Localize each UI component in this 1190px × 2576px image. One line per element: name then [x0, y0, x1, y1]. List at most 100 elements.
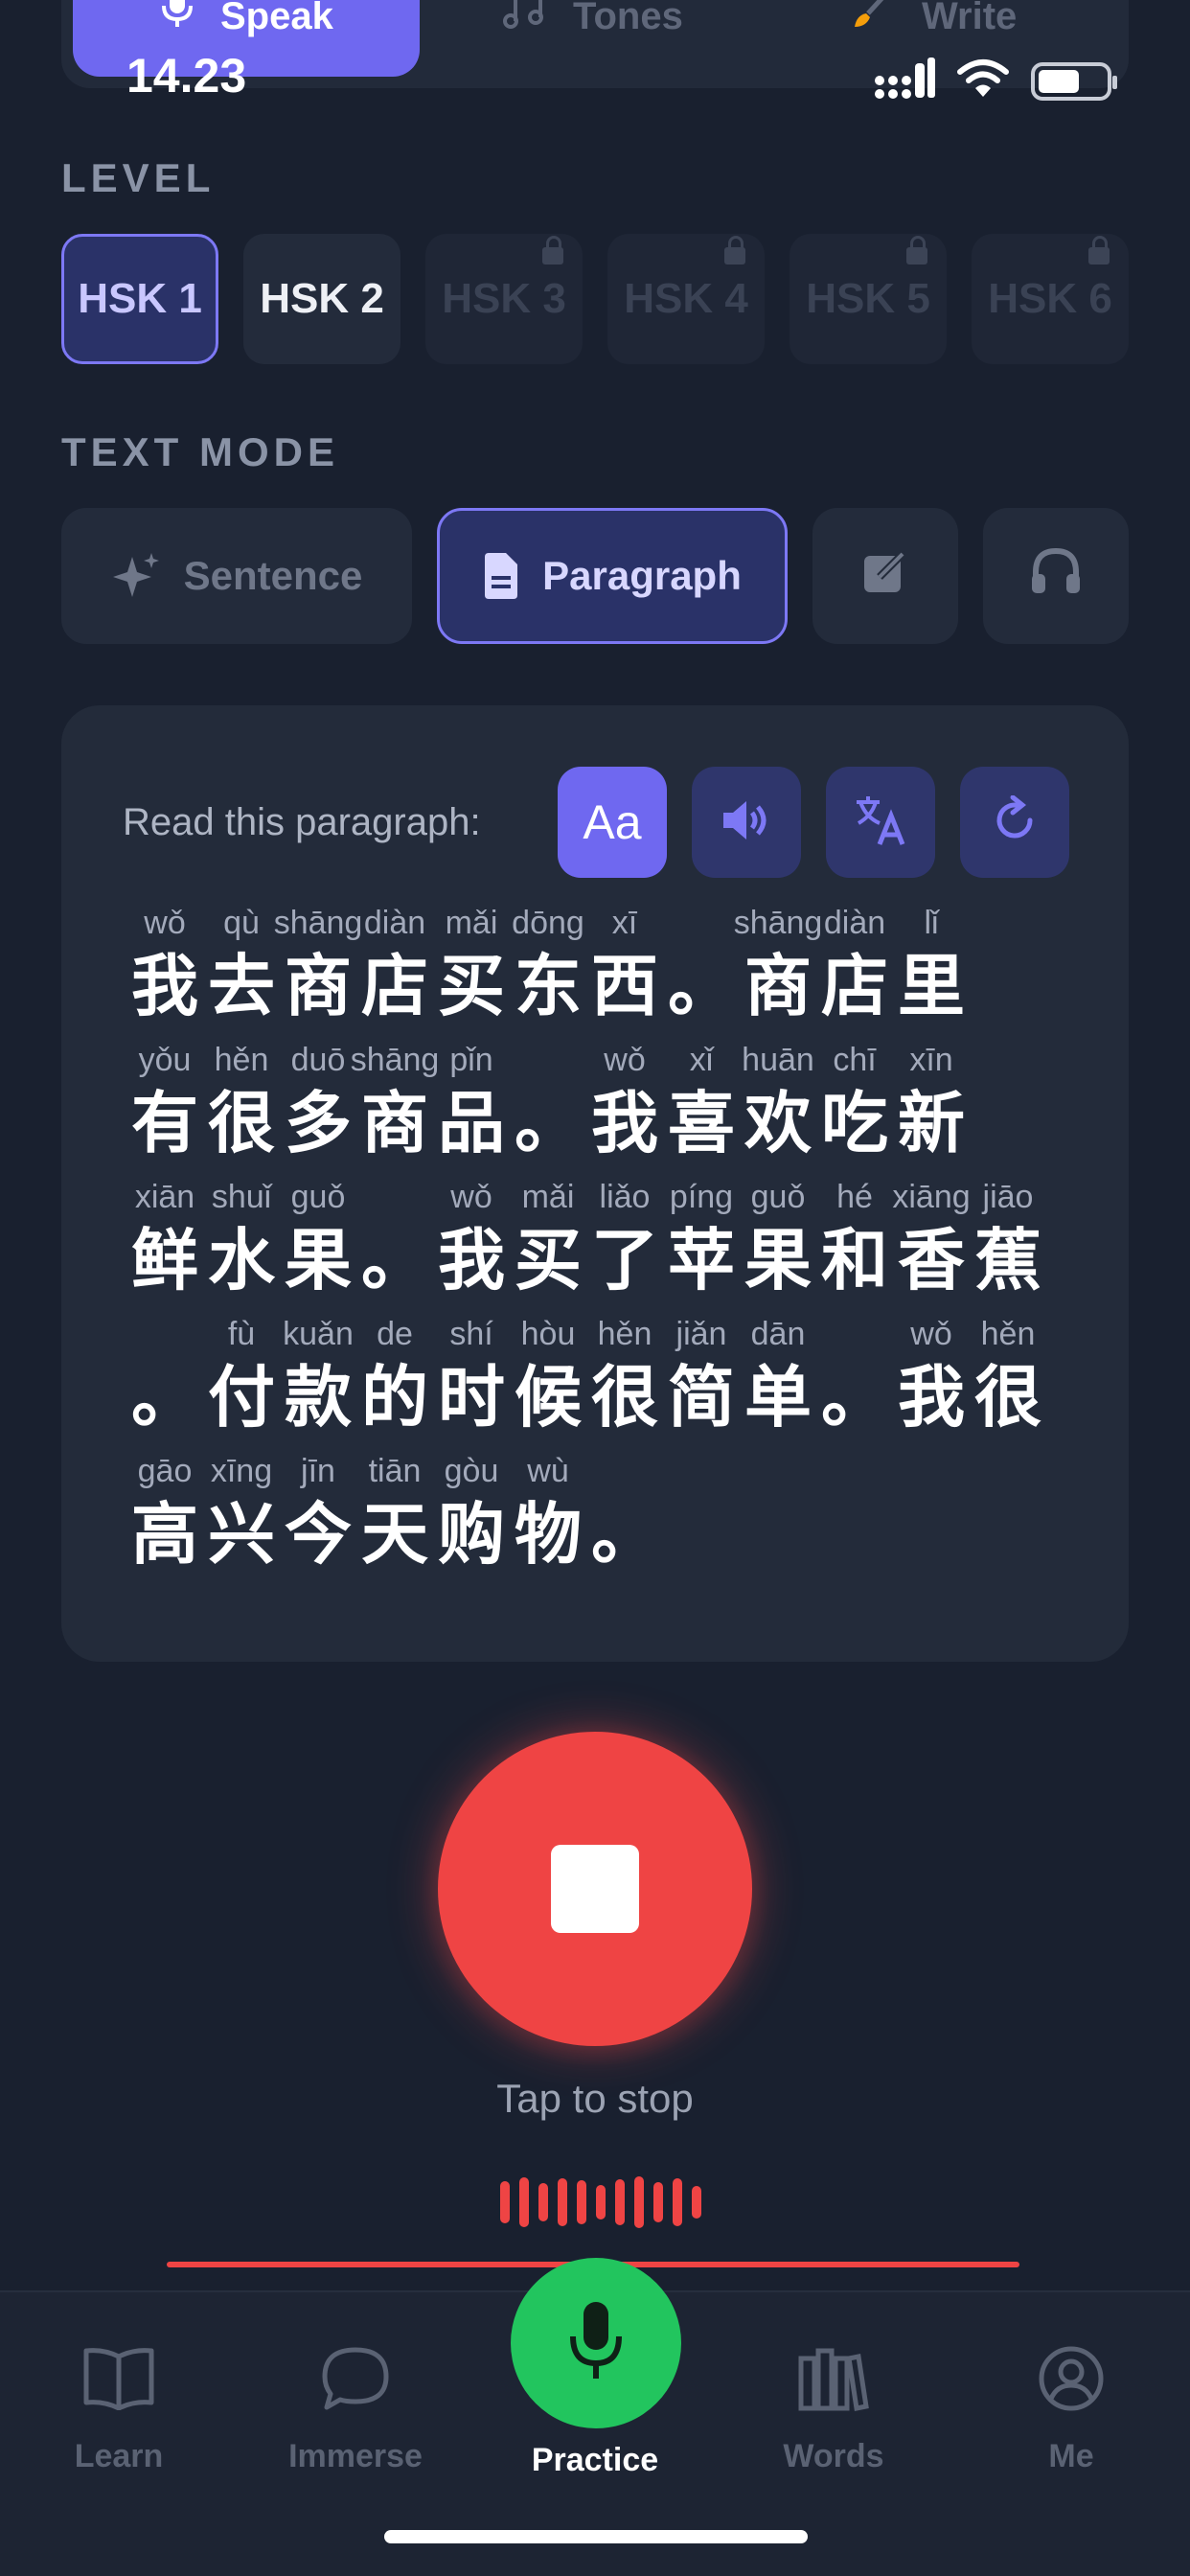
- character-cell[interactable]: chī 吃: [816, 1042, 893, 1179]
- character-cell[interactable]: shuǐ 水: [203, 1179, 280, 1316]
- character-cell[interactable]: wǒ 我: [586, 1042, 663, 1179]
- level-hsk3-button[interactable]: HSK 3: [425, 234, 583, 364]
- font-toggle-button[interactable]: Aa: [558, 767, 667, 878]
- character-cell[interactable]: wǒ 我: [433, 1179, 510, 1316]
- hanzi: 买: [438, 947, 505, 1025]
- character-cell[interactable]: hěn 很: [970, 1316, 1046, 1453]
- character-cell[interactable]: jiāo 蕉: [970, 1179, 1046, 1316]
- level-hsk2-button[interactable]: HSK 2: [243, 234, 400, 364]
- nav-immerse-label: Immerse: [288, 2438, 423, 2474]
- character-cell[interactable]: dān 单: [740, 1316, 816, 1453]
- nav-learn[interactable]: Learn: [23, 2340, 215, 2475]
- pinyin: diàn: [363, 905, 426, 941]
- character-cell[interactable]: jīn 今: [280, 1453, 356, 1590]
- pinyin: shí: [449, 1316, 493, 1352]
- hanzi: 高: [131, 1495, 198, 1574]
- hanzi: 里: [898, 947, 965, 1025]
- level-hsk6-button[interactable]: HSK 6: [972, 234, 1129, 364]
- pinyin: xīng: [210, 1453, 273, 1489]
- character-cell[interactable]: xīng 兴: [203, 1453, 280, 1590]
- character-cell[interactable]: shāng 商: [734, 905, 823, 1042]
- character-cell[interactable]: hěn 很: [586, 1316, 663, 1453]
- text-mode-sentence-button[interactable]: Sentence: [61, 508, 412, 644]
- character-cell[interactable]: 。: [126, 1316, 203, 1453]
- character-cell[interactable]: yǒu 有: [126, 1042, 203, 1179]
- hanzi: 和: [821, 1221, 888, 1300]
- character-cell[interactable]: xiāng 香: [892, 1179, 971, 1316]
- character-cell[interactable]: hòu 候: [510, 1316, 586, 1453]
- character-cell[interactable]: diàn 店: [816, 905, 893, 1042]
- character-cell[interactable]: kuǎn 款: [280, 1316, 356, 1453]
- text-mode-paragraph-button[interactable]: Paragraph: [437, 508, 788, 644]
- mode-tones-button[interactable]: Tones: [502, 0, 683, 77]
- character-cell[interactable]: hěn 很: [203, 1042, 280, 1179]
- character-cell[interactable]: tiān 天: [356, 1453, 433, 1590]
- character-cell[interactable]: fù 付: [203, 1316, 280, 1453]
- character-cell[interactable]: qù 去: [203, 905, 280, 1042]
- text-mode-custom-button[interactable]: [812, 508, 958, 644]
- character-cell[interactable]: xiān 鲜: [126, 1179, 203, 1316]
- hanzi: 很: [208, 1084, 275, 1162]
- nav-words[interactable]: Words: [738, 2340, 929, 2475]
- status-icons: [874, 58, 1117, 104]
- character-cell[interactable]: shāng 商: [274, 905, 363, 1042]
- character-cell[interactable]: wǒ 我: [126, 905, 203, 1042]
- play-audio-button[interactable]: [692, 767, 801, 878]
- character-cell[interactable]: píng 苹: [663, 1179, 740, 1316]
- character-cell[interactable]: dōng 东: [510, 905, 586, 1042]
- character-cell[interactable]: 。: [816, 1316, 893, 1453]
- level-hsk4-button[interactable]: HSK 4: [607, 234, 765, 364]
- character-cell[interactable]: gòu 购: [433, 1453, 510, 1590]
- character-cell[interactable]: de 的: [356, 1316, 433, 1453]
- character-cell[interactable]: pǐn 品: [433, 1042, 510, 1179]
- character-cell[interactable]: 。: [356, 1179, 433, 1316]
- character-cell[interactable]: huān 欢: [740, 1042, 816, 1179]
- character-cell[interactable]: shāng 商: [351, 1042, 440, 1179]
- character-cell[interactable]: jiǎn 简: [663, 1316, 740, 1453]
- level-hsk5-button[interactable]: HSK 5: [790, 234, 947, 364]
- character-cell[interactable]: lǐ 里: [893, 905, 970, 1042]
- character-cell[interactable]: guǒ 果: [740, 1179, 816, 1316]
- pinyin: duō: [290, 1042, 346, 1078]
- chat-bubble-icon: [260, 2340, 451, 2417]
- translate-button[interactable]: [826, 767, 935, 878]
- paragraph-line: xiān 鲜 shuǐ 水 guǒ 果。 wǒ 我 mǎi 买 liǎo 了 píng 苹 guǒ 果 hé 和 x…: [126, 1179, 1085, 1316]
- headphones-icon: [1030, 547, 1082, 605]
- level-hsk1-button[interactable]: HSK 1: [61, 234, 218, 364]
- hanzi: 天: [361, 1495, 428, 1574]
- home-indicator: [384, 2530, 808, 2543]
- character-cell[interactable]: 。: [586, 1453, 663, 1590]
- text-mode-selector: Sentence Paragraph: [61, 508, 1129, 644]
- character-cell[interactable]: shí 时: [433, 1316, 510, 1453]
- character-cell[interactable]: liǎo 了: [586, 1179, 663, 1316]
- hanzi: 东: [515, 947, 582, 1025]
- character-cell[interactable]: hé 和: [816, 1179, 893, 1316]
- character-cell[interactable]: xīn 新: [893, 1042, 970, 1179]
- character-cell[interactable]: wǒ 我: [893, 1316, 970, 1453]
- character-cell[interactable]: 。: [510, 1042, 586, 1179]
- character-cell[interactable]: mǎi 买: [433, 905, 510, 1042]
- reading-card-title: Read this paragraph:: [123, 800, 481, 843]
- text-mode-listen-button[interactable]: [983, 508, 1129, 644]
- character-cell[interactable]: 。: [663, 905, 740, 1042]
- pinyin: xiāng: [892, 1179, 971, 1215]
- character-cell[interactable]: diàn 店: [356, 905, 433, 1042]
- character-cell[interactable]: guǒ 果: [280, 1179, 356, 1316]
- character-cell[interactable]: duō 多: [280, 1042, 356, 1179]
- character-cell[interactable]: wù 物: [510, 1453, 586, 1590]
- character-cell[interactable]: gāo 高: [126, 1453, 203, 1590]
- hanzi: 去: [208, 947, 275, 1025]
- character-cell[interactable]: xī 西: [586, 905, 663, 1042]
- stop-recording-button[interactable]: [438, 1732, 752, 2046]
- hanzi: 。: [821, 1358, 888, 1437]
- nav-immerse[interactable]: Immerse: [260, 2340, 451, 2475]
- hanzi: 我: [131, 947, 198, 1025]
- hanzi: 。: [131, 1358, 198, 1437]
- refresh-button[interactable]: [960, 767, 1069, 878]
- character-cell[interactable]: xǐ 喜: [663, 1042, 740, 1179]
- character-cell[interactable]: mǎi 买: [510, 1179, 586, 1316]
- nav-practice-button[interactable]: [511, 2258, 681, 2428]
- lock-icon: [724, 236, 745, 264]
- nav-me[interactable]: Me: [975, 2340, 1167, 2475]
- pinyin: liǎo: [599, 1179, 651, 1215]
